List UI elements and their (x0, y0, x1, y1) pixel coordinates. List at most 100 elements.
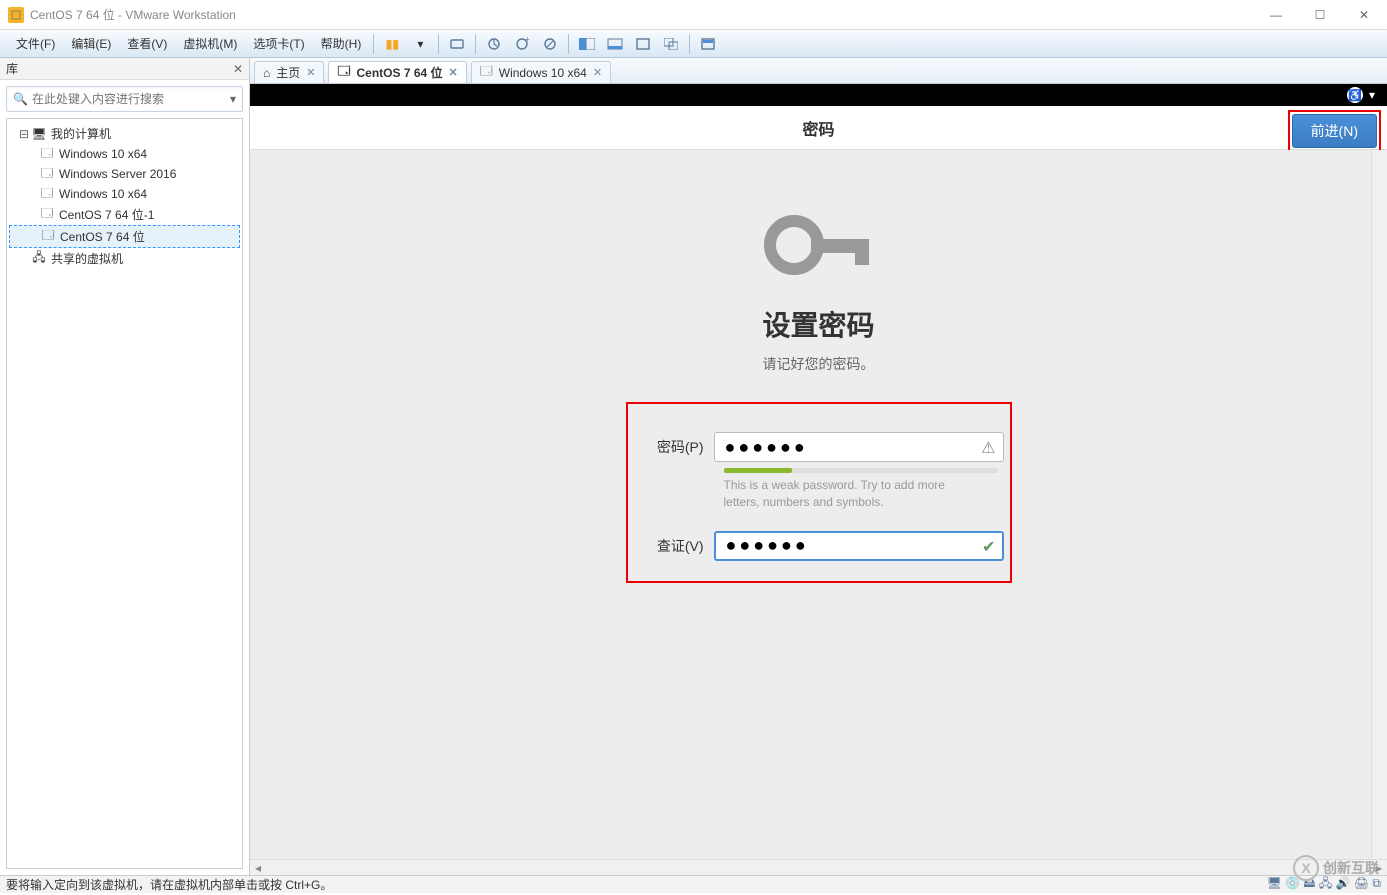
watermark-label: 创新互联 (1323, 858, 1379, 878)
minimize-button[interactable]: — (1261, 5, 1291, 25)
vm-icon: 🗔 (39, 146, 55, 162)
password-label: 密码(P) (634, 437, 714, 457)
tree-item-label: CentOS 7 64 位-1 (59, 206, 154, 223)
tree-item-label: CentOS 7 64 位 (60, 228, 145, 245)
tab-label: 主页 (276, 64, 300, 81)
search-dropdown-icon[interactable]: ▾ (230, 92, 236, 106)
next-button-highlight: 前进(N) (1288, 110, 1381, 152)
confirm-label: 查证(V) (634, 536, 714, 556)
snapshot-icon[interactable] (482, 33, 506, 55)
tree-item-vm[interactable]: 🗔 Windows Server 2016 (9, 164, 240, 184)
tab-close-icon[interactable]: ✕ (593, 66, 602, 79)
setup-heading: 设置密码 (250, 304, 1387, 344)
vmware-app-icon (8, 7, 24, 23)
library-search-input[interactable] (32, 92, 230, 106)
unity-icon[interactable] (659, 33, 683, 55)
tab-centos[interactable]: 🗔 CentOS 7 64 位 ✕ (328, 61, 466, 83)
menubar: 文件(F) 编辑(E) 查看(V) 虚拟机(M) 选项卡(T) 帮助(H) ▮▮… (0, 30, 1387, 58)
watermark: X 创新互联 (1293, 855, 1379, 881)
tree-item-vm[interactable]: 🗔 Windows 10 x64 (9, 184, 240, 204)
vm-icon: 🗔 (40, 229, 56, 245)
gnome-topbar: ♿ ▾ (250, 84, 1387, 106)
content-area: ⌂ 主页 ✕ 🗔 CentOS 7 64 位 ✕ 🗔 Windows 10 x6… (250, 58, 1387, 875)
setup-subheading: 请记好您的密码。 (250, 354, 1387, 374)
pause-icon[interactable]: ▮▮ (380, 33, 404, 55)
tab-close-icon[interactable]: ✕ (306, 66, 315, 79)
sidebar-header-label: 库 (6, 60, 18, 77)
close-button[interactable]: ✕ (1349, 5, 1379, 25)
view-console-icon[interactable] (603, 33, 627, 55)
vertical-scrollbar[interactable] (1371, 150, 1387, 859)
vm-icon: 🗔 (480, 62, 493, 83)
vm-tabstrip: ⌂ 主页 ✕ 🗔 CentOS 7 64 位 ✕ 🗔 Windows 10 x6… (250, 58, 1387, 84)
window-titlebar: CentOS 7 64 位 - VMware Workstation — ☐ ✕ (0, 0, 1387, 30)
strength-fill (724, 468, 793, 473)
menu-help[interactable]: 帮助(H) (313, 31, 370, 56)
tree-item-label: Windows 10 x64 (59, 147, 147, 161)
menu-tabs[interactable]: 选项卡(T) (245, 31, 312, 56)
collapse-icon[interactable]: ⊟ (19, 127, 31, 141)
exit-fullscreen-icon[interactable] (696, 33, 720, 55)
sidebar-header: 库 ✕ (0, 58, 249, 80)
computer-icon: 🖥 (31, 126, 47, 142)
vm-icon: 🗔 (337, 62, 350, 83)
tree-item-label: Windows 10 x64 (59, 187, 147, 201)
library-sidebar: 库 ✕ 🔍 ▾ ⊟ 🖥 我的计算机 🗔 Windows 10 x64 🗔 Windo… (0, 58, 250, 875)
library-tree: ⊟ 🖥 我的计算机 🗔 Windows 10 x64 🗔 Windows Serve… (6, 118, 243, 869)
tab-windows[interactable]: 🗔 Windows 10 x64 ✕ (471, 61, 611, 83)
shared-icon: 🖧 (31, 251, 47, 267)
password-input[interactable] (714, 432, 1004, 462)
scroll-left-icon[interactable]: ◂ (250, 861, 266, 875)
tree-item-vm[interactable]: 🗔CentOS 7 64 位-1 (9, 204, 240, 225)
tree-shared-vms[interactable]: 🖧 共享的虚拟机 (9, 248, 240, 269)
menu-edit[interactable]: 编辑(E) (63, 31, 119, 56)
home-icon: ⌂ (263, 66, 270, 80)
menu-view[interactable]: 查看(V) (119, 31, 175, 56)
warning-icon: ⚠ (981, 438, 995, 458)
tab-label: Windows 10 x64 (499, 66, 587, 80)
tree-item-vm-selected[interactable]: 🗔CentOS 7 64 位 (9, 225, 240, 248)
tree-shared-label: 共享的虚拟机 (51, 250, 123, 267)
tab-label: CentOS 7 64 位 (357, 64, 443, 81)
vm-console[interactable]: ♿ ▾ 密码 前进(N) 设置 (250, 84, 1387, 875)
statusbar: 要将输入定向到该虚拟机，请在虚拟机内部单击或按 Ctrl+G。 🖥 💿 🖴 🖧 … (0, 875, 1387, 893)
view-thumbnail-icon[interactable] (575, 33, 599, 55)
password-form-highlight: 密码(P) ⚠ This is a weak password. Try to … (626, 402, 1012, 583)
tree-root-label: 我的计算机 (51, 125, 111, 142)
confirm-password-input[interactable] (714, 531, 1004, 561)
next-button[interactable]: 前进(N) (1292, 114, 1377, 148)
tree-item-vm[interactable]: 🗔 Windows 10 x64 (9, 144, 240, 164)
send-ctrlaltdel-icon[interactable] (445, 33, 469, 55)
window-title: CentOS 7 64 位 - VMware Workstation (30, 6, 1261, 23)
horizontal-scrollbar[interactable]: ◂ ▸ (250, 859, 1387, 875)
setup-body: 设置密码 请记好您的密码。 密码(P) ⚠ (250, 150, 1387, 859)
vm-icon: 🗔 (39, 186, 55, 202)
vm-icon: 🗔 (39, 207, 55, 223)
library-search[interactable]: 🔍 ▾ (6, 86, 243, 112)
checkmark-icon: ✔ (982, 537, 995, 557)
maximize-button[interactable]: ☐ (1305, 5, 1335, 25)
dropdown-icon[interactable]: ▾ (1369, 88, 1375, 102)
key-icon (759, 210, 879, 280)
menu-file[interactable]: 文件(F) (8, 31, 63, 56)
search-icon: 🔍 (13, 92, 28, 106)
tab-close-icon[interactable]: ✕ (449, 66, 458, 79)
snapshot-manager-icon[interactable] (538, 33, 562, 55)
power-dropdown-icon[interactable]: ▾ (408, 33, 432, 55)
sidebar-close-icon[interactable]: ✕ (233, 62, 243, 76)
topbar-title: 密码 (802, 116, 834, 140)
accessibility-icon[interactable]: ♿ (1347, 87, 1363, 103)
password-strength-bar (724, 468, 998, 473)
snapshot-take-icon[interactable]: + (510, 33, 534, 55)
weak-password-text: This is a weak password. Try to add more… (724, 477, 984, 511)
tab-home[interactable]: ⌂ 主页 ✕ (254, 61, 324, 83)
tree-root-mycomputer[interactable]: ⊟ 🖥 我的计算机 (9, 123, 240, 144)
menu-vm[interactable]: 虚拟机(M) (175, 31, 245, 56)
statusbar-text: 要将输入定向到该虚拟机，请在虚拟机内部单击或按 Ctrl+G。 (6, 876, 332, 893)
watermark-icon: X (1293, 855, 1319, 881)
fullscreen-icon[interactable] (631, 33, 655, 55)
tree-item-label: Windows Server 2016 (59, 167, 176, 181)
setup-topbar: 密码 前进(N) (250, 106, 1387, 150)
svg-text:+: + (525, 36, 530, 44)
vm-icon: 🗔 (39, 166, 55, 182)
